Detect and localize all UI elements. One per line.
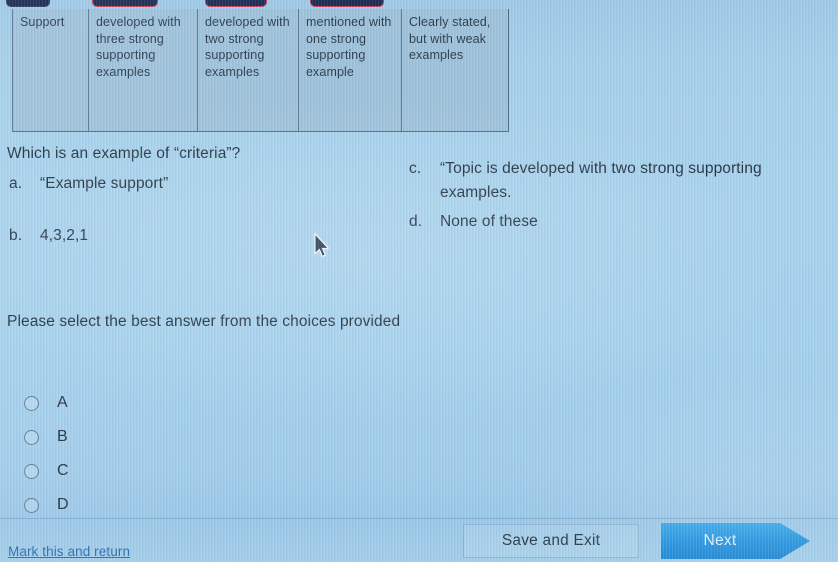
- instruction-text: Please select the best answer from the c…: [7, 313, 401, 330]
- rubric-cell-level-4: developed with three strong supporting e…: [89, 9, 198, 131]
- mouse-cursor-icon: [314, 233, 330, 257]
- question-choice-c: c. “Topic is developed with two strong s…: [409, 157, 770, 205]
- save-and-exit-button[interactable]: Save and Exit: [463, 524, 639, 558]
- question-choice-a: a. “Example support”: [9, 172, 168, 196]
- choice-c-text: “Topic is developed with two strong supp…: [440, 160, 762, 201]
- rubric-cell-level-3: developed with two strong supporting exa…: [198, 9, 299, 131]
- radio-button-icon[interactable]: [24, 463, 39, 479]
- answer-option-label: B: [57, 428, 68, 445]
- choice-d-letter: d.: [409, 213, 423, 230]
- question-choice-b: b. 4,3,2,1: [9, 224, 88, 248]
- answer-option-d[interactable]: D: [24, 488, 69, 522]
- radio-button-icon[interactable]: [24, 429, 39, 445]
- answer-option-label: D: [57, 496, 69, 513]
- choice-a-letter: a.: [9, 175, 23, 192]
- next-button-label: Next: [703, 532, 737, 549]
- cutoff-top-chip: [310, 0, 384, 7]
- answer-option-c[interactable]: C: [24, 454, 69, 488]
- footer-divider: [0, 518, 838, 519]
- rubric-cell-level-2: mentioned with one strong supporting exa…: [299, 9, 402, 131]
- radio-button-icon[interactable]: [24, 395, 39, 411]
- cutoff-top-chip: [6, 0, 50, 7]
- choice-d-text: None of these: [440, 213, 538, 230]
- question-stem: Which is an example of “criteria”?: [7, 145, 241, 162]
- choice-b-letter: b.: [9, 227, 23, 244]
- mark-this-and-return-link[interactable]: Mark this and return: [8, 544, 130, 559]
- rubric-cell-label: Support: [13, 9, 89, 131]
- cutoff-top-chip: [205, 0, 267, 7]
- choice-a-text: “Example support”: [40, 175, 169, 192]
- answer-option-label: A: [57, 394, 68, 411]
- question-choice-d: d. None of these: [409, 210, 538, 234]
- rubric-cell-level-1: Clearly stated, but with weak examples: [409, 15, 491, 62]
- cutoff-top-row: [0, 0, 838, 9]
- answer-option-b[interactable]: B: [24, 420, 69, 454]
- choice-b-text: 4,3,2,1: [40, 227, 89, 244]
- choice-c-letter: c.: [409, 160, 422, 177]
- cutoff-top-chip: [92, 0, 158, 7]
- rubric-table: Support developed with three strong supp…: [12, 9, 509, 132]
- answer-options-list: ABCD: [24, 386, 69, 522]
- radio-button-icon[interactable]: [24, 497, 39, 513]
- answer-option-label: C: [57, 462, 69, 479]
- next-button[interactable]: Next: [661, 523, 810, 559]
- answer-option-a[interactable]: A: [24, 386, 69, 420]
